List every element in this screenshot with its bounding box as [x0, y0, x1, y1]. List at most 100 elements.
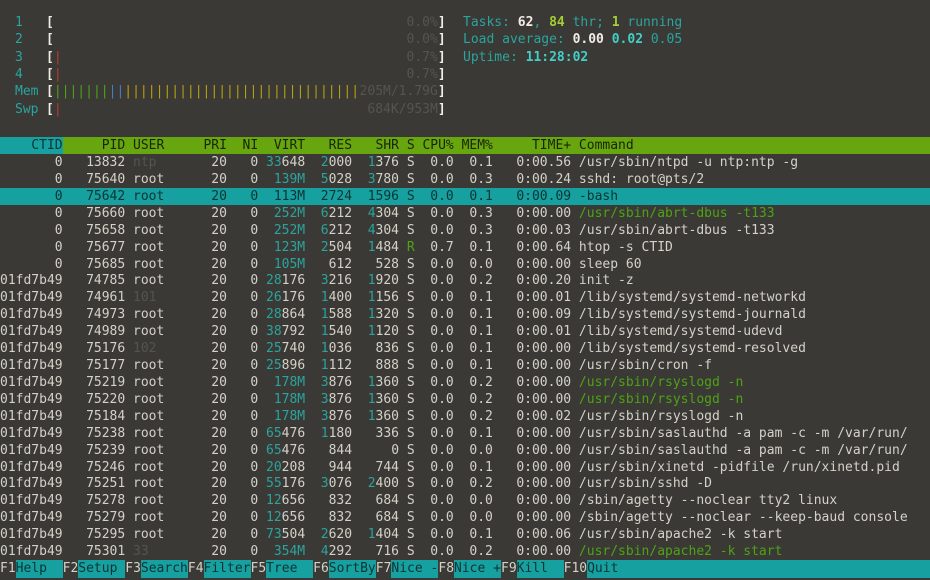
cell-cpu: 0.0 [422, 256, 453, 273]
process-row-75177[interactable]: 01fd7b49 75177 root 20 0 25896 1112 888 S 0.0 0.1 0… [0, 357, 930, 374]
ctid-value: 0 [54, 155, 63, 170]
process-row-75220[interactable]: 01fd7b49 75220 root 20 0 178M 3876 1360 S 0.0 0.2 0… [0, 391, 930, 408]
num-part: 212 [328, 222, 353, 238]
column-header-res[interactable]: RES [313, 137, 352, 154]
process-row-75640[interactable]: 0 75640 root 20 0 139M 5028 3780 S 0.0 0.3 0:00.24 s… [0, 171, 930, 188]
num-part: 876 [328, 408, 353, 424]
num-part: 20 [266, 459, 282, 475]
pri-value: 20 [211, 358, 227, 374]
cell-cpu: 0.0 [422, 391, 453, 408]
pid-value: 75219 [86, 374, 126, 390]
column-header-pid[interactable]: PID [70, 137, 125, 154]
process-row-75301[interactable]: 01fd7b49 75301 33 20 0 354M 4292 716 S 0.0 0.2 0:00… [0, 543, 930, 560]
time-value: 0:00.00 [516, 493, 572, 509]
fn-f6-sortby[interactable]: F6 SortBy [313, 560, 376, 578]
process-row-74785[interactable]: 01fd7b49 74785 root 20 0 28176 3216 1920 S 0.0 0.2… [0, 272, 930, 289]
cell-ctid: 01fd7b49 [0, 526, 63, 543]
cell-s: S [407, 289, 415, 306]
mem-value: 0.1 [469, 341, 493, 357]
user-name: root [133, 493, 165, 509]
command-text: /lib/systemd/systemd-journald [578, 307, 806, 323]
cell-shr: 4304 [360, 222, 399, 239]
num-part: 540 [328, 324, 353, 340]
column-header-mem[interactable]: MEM% [462, 137, 493, 154]
cell-ctid: 01fd7b49 [0, 492, 63, 509]
process-row-75251[interactable]: 01fd7b49 75251 root 20 0 55176 3076 2400 S 0.0 0.2… [0, 475, 930, 492]
process-row-75219[interactable]: 01fd7b49 75219 root 20 0 178M 3876 1360 S 0.0 0.2 0… [0, 374, 930, 391]
process-row-75246[interactable]: 01fd7b49 75246 root 20 0 20208 944 744 S 0.0 0.1 0:… [0, 459, 930, 476]
cell-cpu: 0.0 [422, 475, 453, 492]
process-row-75677[interactable]: 0 75677 root 20 0 123M 2504 1484 R 0.7 0.1 0:00.64 h… [0, 239, 930, 256]
process-row-75658[interactable]: 0 75658 root 20 0 252M 6212 4304 S 0.0 0.3 0:00.03 /… [0, 222, 930, 239]
fn-f9-kill[interactable]: F9 Kill [501, 560, 564, 578]
num-part: 4 [367, 222, 376, 238]
cell-user: root [133, 391, 203, 408]
cell-mem: 0.1 [462, 425, 492, 442]
process-row-74973[interactable]: 01fd7b49 74973 root 20 0 28864 1588 1320 S 0.0 0.1… [0, 306, 930, 323]
column-header-cpu[interactable]: CPU% [422, 137, 453, 154]
num-part: 12 [266, 493, 282, 509]
cell-pri: 20 [203, 357, 227, 374]
fn-f5-tree[interactable]: F5 Tree [251, 560, 314, 578]
cell-pid: 13832 [70, 154, 125, 171]
process-row-75642[interactable]: 0 75642 root 20 0 113M 2724 1596 S 0.0 0.1 0:00.09-… [0, 187, 930, 205]
process-row-75238[interactable]: 01fd7b49 75238 root 20 0 65476 1180 336 S 0.0 0.1 0… [0, 425, 930, 442]
fn-f3-search[interactable]: F3 Search [125, 560, 188, 578]
num-part: 400 [328, 290, 353, 306]
cell-time: 0:00.09 [501, 306, 571, 323]
process-row-74989[interactable]: 01fd7b49 74989 root 20 0 38792 1540 1120 S 0.0 0.1… [0, 323, 930, 340]
cell-shr: 528 [360, 256, 399, 273]
fn-f7-nice[interactable]: F7 Nice - [376, 560, 439, 578]
num-part: 176 [281, 476, 306, 492]
process-row-75176[interactable]: 01fd7b49 75176 102 20 0 25740 1036 836 S 0.0 0.1 0:… [0, 340, 930, 357]
mem-value: 0.0 [469, 510, 493, 526]
cell-res: 944 [313, 459, 352, 476]
pid-value: 74989 [86, 324, 126, 340]
process-row-75685[interactable]: 0 75685 root 20 0 105M 612 528 S 0.0 0.0 0:00.00 sle… [0, 256, 930, 273]
state-flag: S [406, 307, 415, 323]
column-header-user[interactable]: USER [133, 137, 203, 154]
cell-time: 0:00.00 [501, 475, 571, 492]
cell-cpu: 0.0 [422, 306, 453, 323]
cell-cpu: 0.0 [422, 289, 453, 306]
process-row-75184[interactable]: 01fd7b49 75184 root 20 0 178M 3876 1360 S 0.0 0.2 0… [0, 408, 930, 425]
fn-f8-nice[interactable]: F8 Nice + [438, 560, 501, 578]
process-row-75295[interactable]: 01fd7b49 75295 root 20 0 73504 2620 1404 S 0.0 0.1… [0, 526, 930, 543]
column-header-s[interactable]: S [407, 137, 415, 154]
fn-key-label: Kill [516, 560, 564, 578]
meter-value: 0.7% [406, 66, 438, 82]
column-header-time[interactable]: TIME+ [501, 137, 571, 154]
column-header-ni[interactable]: NI [235, 137, 259, 154]
process-row-75279[interactable]: 01fd7b49 75279 root 20 0 12656 832 684 S 0.0 0.0 0:… [0, 509, 930, 526]
cell-ni: 0 [235, 543, 258, 560]
column-header-ctid[interactable]: CTID [0, 137, 63, 154]
process-row-74961[interactable]: 01fd7b49 74961 101 20 0 26176 1400 1156 S 0.0 0.1 0… [0, 289, 930, 306]
column-header-shr[interactable]: SHR [360, 137, 399, 154]
cell-ni: 0 [235, 272, 258, 289]
process-row-75660[interactable]: 0 75660 root 20 0 252M 6212 4304 S 0.0 0.3 0:00.00 /… [0, 205, 930, 222]
cell-shr: 1596 [360, 188, 399, 205]
column-header-virt[interactable]: VIRT [266, 137, 305, 154]
num-part: 920 [375, 273, 400, 289]
cell-user: root [133, 509, 203, 526]
process-row-75239[interactable]: 01fd7b49 75239 root 20 0 65476 844 0 S 0.0 0.0 0:00… [0, 442, 930, 459]
cell-shr: 1376 [360, 154, 399, 171]
fn-f1-help[interactable]: F1 Help [0, 560, 63, 578]
pid-value: 75239 [86, 442, 126, 458]
cell-shr: 0 [360, 442, 399, 459]
cell-cpu: 0.0 [422, 408, 453, 425]
fn-f4-filter[interactable]: F4 Filter [188, 560, 251, 578]
fn-f10-quit[interactable]: F10 Quit [564, 560, 930, 578]
cpu-value: 0.0 [430, 476, 454, 492]
ni-value: 0 [250, 222, 259, 238]
process-row-75278[interactable]: 01fd7b49 75278 root 20 0 12656 832 684 S 0.0 0.0 0:… [0, 492, 930, 509]
state-flag: S [406, 527, 415, 543]
state-flag: S [406, 391, 415, 407]
fn-f2-setup[interactable]: F2 Setup [63, 560, 126, 578]
column-header-pri[interactable]: PRI [203, 137, 226, 154]
column-header-command[interactable]: Command [579, 137, 930, 154]
process-row-13832[interactable]: 0 13832 ntp 20 0 33648 2000 1376 S 0.0 0.1 0:00.56 /… [0, 154, 930, 171]
time-value: 0:00.01 [516, 324, 572, 340]
info-segment: running [619, 15, 683, 30]
num-part: 360 [375, 408, 400, 424]
